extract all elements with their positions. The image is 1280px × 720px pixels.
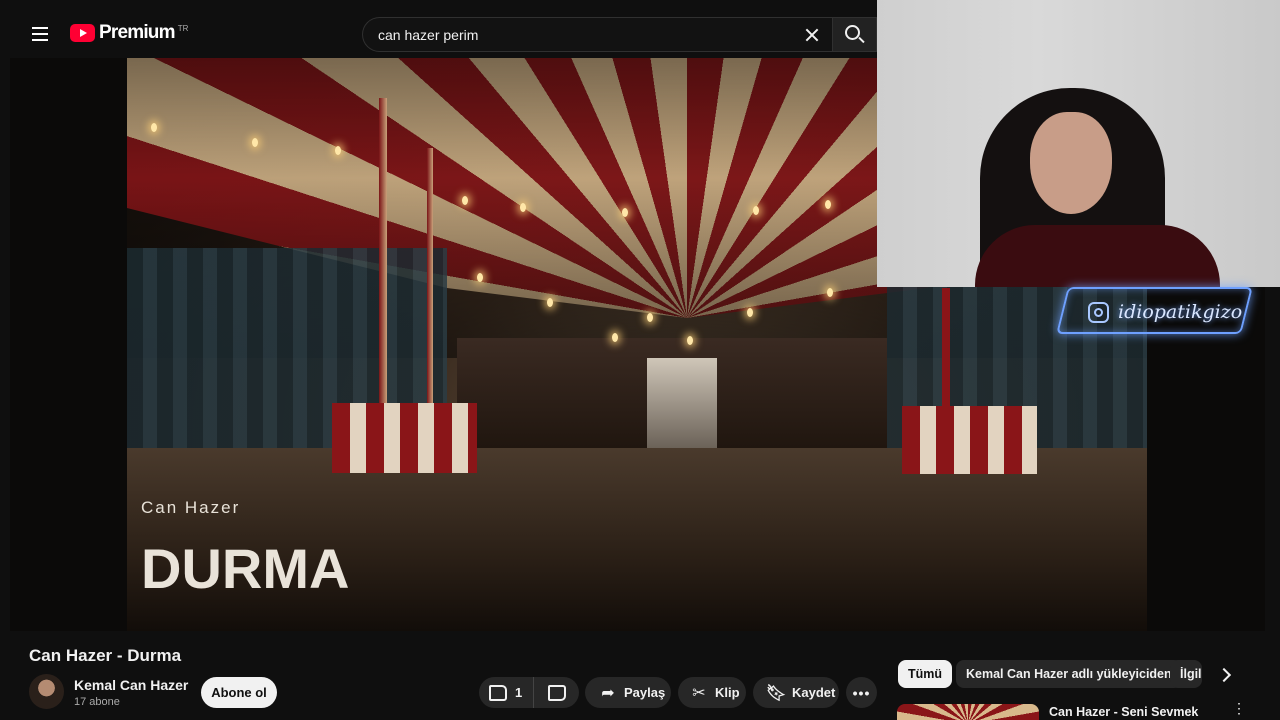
chip-related[interactable]: İlgili xyxy=(1170,660,1202,688)
recommendation-title[interactable]: Can Hazer - Seni Sevmek xyxy=(1049,705,1198,719)
share-arrow-icon: ➦ xyxy=(601,683,615,702)
light-bulb xyxy=(335,146,341,155)
bookmark-icon: 🔖︎ xyxy=(765,683,787,702)
avatar[interactable] xyxy=(29,674,64,709)
clear-search-icon[interactable] xyxy=(798,21,826,49)
tent-pole xyxy=(427,148,433,408)
video-title: Can Hazer - Durma xyxy=(29,646,182,665)
light-bulb xyxy=(825,200,831,209)
region-code: TR xyxy=(177,23,189,33)
light-bulb xyxy=(687,336,693,345)
channel-name[interactable]: Kemal Can Hazer xyxy=(74,677,188,693)
share-button[interactable]: ➦ Paylaş xyxy=(585,677,671,708)
clip-button[interactable]: ✂ Klip xyxy=(678,677,746,708)
search-input[interactable]: can hazer perim xyxy=(362,17,832,52)
like-dislike-group: 1 xyxy=(479,677,579,708)
dislike-button[interactable] xyxy=(534,677,579,708)
recommendation-thumbnail[interactable] xyxy=(897,704,1039,720)
watermark-handle: idiopatikgizo xyxy=(1118,301,1243,323)
video-artist-overlay: Can Hazer xyxy=(141,498,241,517)
scissors-icon: ✂ xyxy=(692,683,706,702)
tent-pole xyxy=(942,288,950,408)
instagram-icon xyxy=(1088,302,1109,323)
chip-from-uploader[interactable]: Kemal Can Hazer adlı yükleyiciden xyxy=(956,660,1182,688)
light-bulb xyxy=(747,308,753,317)
clip-label: Klip xyxy=(715,685,740,700)
webcam-person-face xyxy=(1030,112,1112,214)
menu-icon[interactable] xyxy=(22,16,58,52)
circus-platform xyxy=(902,406,1037,474)
circus-platform xyxy=(332,403,477,473)
video-title-overlay: DURMA xyxy=(141,537,350,600)
share-label: Paylaş xyxy=(624,685,666,700)
light-bulb xyxy=(252,138,258,147)
webcam-person-body xyxy=(975,225,1220,287)
light-bulb xyxy=(612,333,618,342)
light-bulb xyxy=(753,206,759,215)
youtube-premium-logo[interactable]: Premium TR xyxy=(70,22,188,44)
save-label: Kaydet xyxy=(792,685,836,700)
stage-door xyxy=(647,358,717,448)
subscriber-count: 17 abone xyxy=(74,696,120,708)
thumbs-up-icon xyxy=(489,684,507,701)
save-button[interactable]: 🔖︎ Kaydet xyxy=(753,677,839,708)
light-bulb xyxy=(647,313,653,322)
kebab-menu-icon[interactable]: ⋮ xyxy=(1232,701,1246,720)
chevron-right-icon[interactable] xyxy=(1213,663,1237,687)
like-button[interactable]: 1 xyxy=(479,677,534,708)
light-bulb xyxy=(520,203,526,212)
more-actions-button[interactable]: ••• xyxy=(846,677,877,708)
youtube-play-icon xyxy=(70,24,95,42)
light-bulb xyxy=(622,208,628,217)
subscribe-button[interactable]: Abone ol xyxy=(201,677,277,708)
light-bulb xyxy=(547,298,553,307)
light-bulb xyxy=(477,273,483,282)
light-bulb xyxy=(151,123,157,132)
tent-pole xyxy=(379,98,387,408)
logo-text: Premium xyxy=(99,22,176,43)
like-count: 1 xyxy=(515,685,523,700)
chip-all[interactable]: Tümü xyxy=(898,660,953,688)
search-button[interactable] xyxy=(832,17,877,52)
more-dots-icon: ••• xyxy=(852,684,871,701)
light-bulb xyxy=(462,196,468,205)
search-query: can hazer perim xyxy=(378,27,479,43)
thumbs-down-icon xyxy=(547,684,566,701)
light-bulb xyxy=(827,288,833,297)
